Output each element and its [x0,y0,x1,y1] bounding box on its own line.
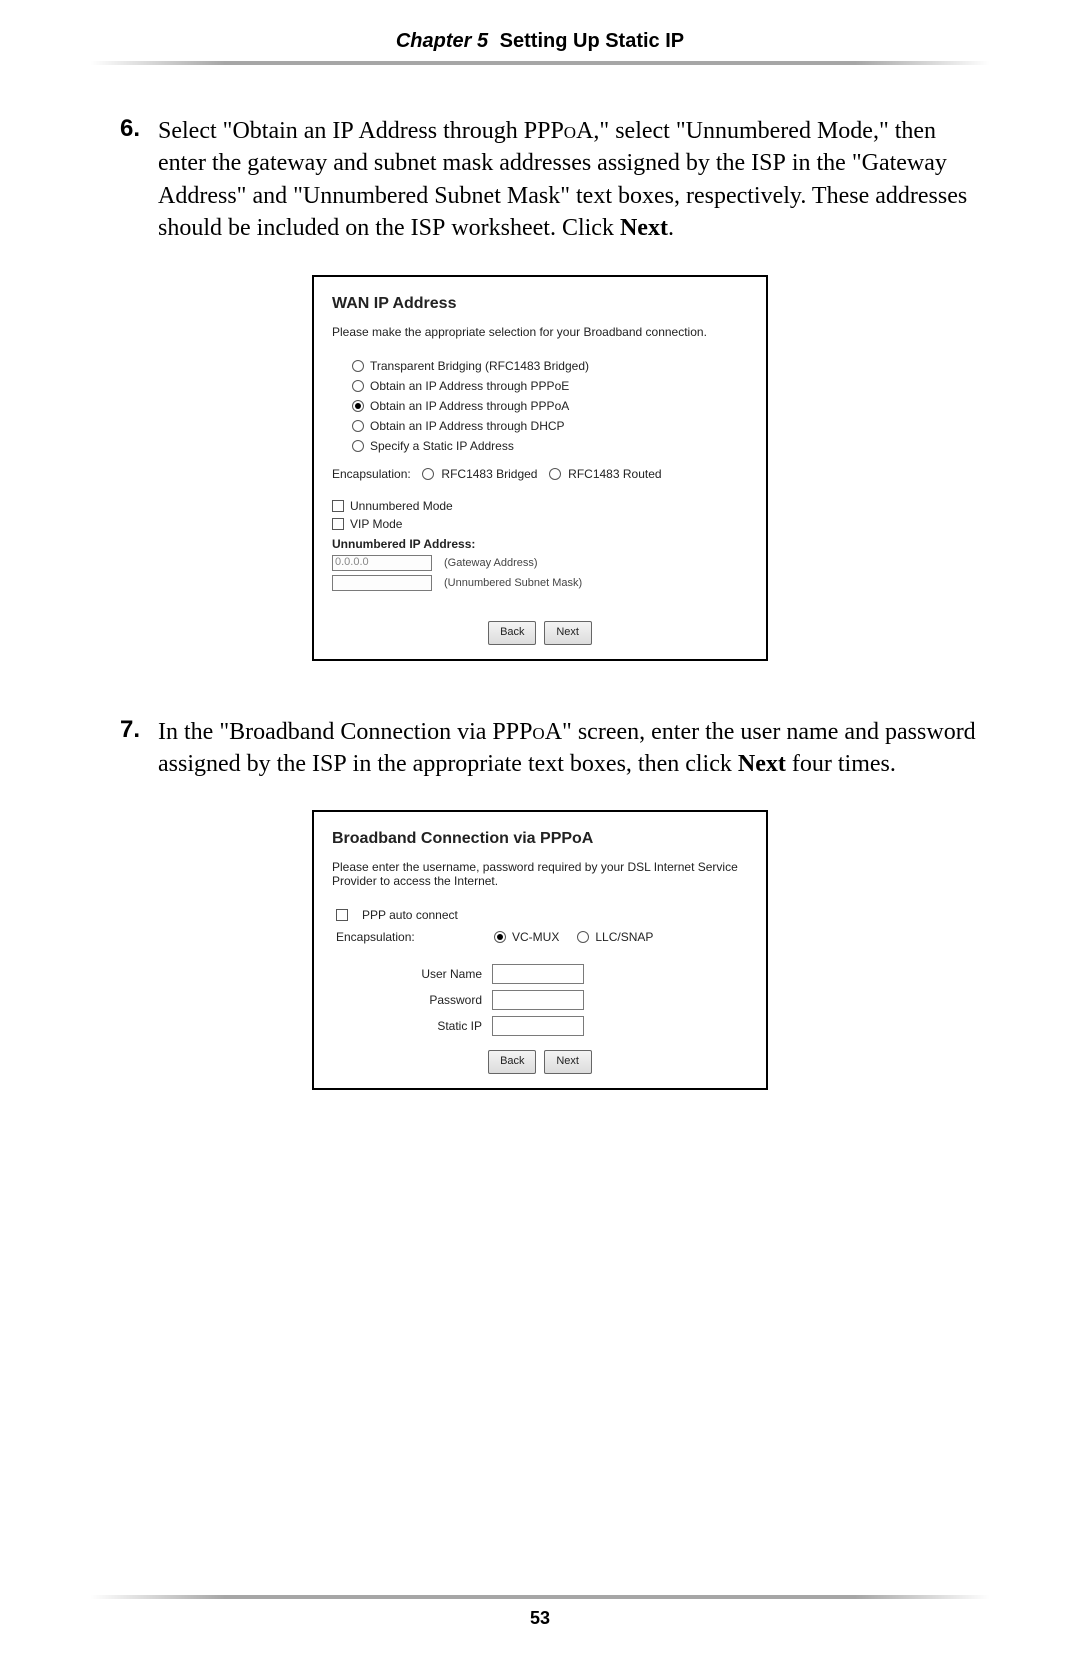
connection-options: Transparent Bridging (RFC1483 Bridged) O… [352,359,748,453]
chapter-header: Chapter 5 Setting Up Static IP [90,30,990,61]
encap-opt-bridged[interactable]: RFC1483 Bridged [441,467,537,481]
password-label: Password [332,993,492,1007]
opt-static-ip[interactable]: Specify a Static IP Address [352,439,748,453]
checkbox-icon [332,518,344,530]
step-6-number: 6. [90,115,158,143]
unnumbered-mode-check[interactable]: Unnumbered Mode [332,499,748,513]
unnum-label: Unnumbered Mode [350,499,453,513]
radio-icon [352,360,364,372]
radio-icon [352,400,364,412]
password-input[interactable] [492,990,584,1010]
user-name-row: User Name [332,964,748,984]
s6-period: . [668,215,674,241]
unnum-ip-label: Unnumbered IP Address: [332,537,748,551]
s7-t4: four times. [786,751,896,777]
vip-mode-check[interactable]: VIP Mode [332,517,748,531]
s7-isp: ISP [312,751,347,777]
s7-t3: in the appropriate text boxes, then clic… [347,751,738,777]
user-name-label: User Name [332,967,492,981]
step-6: 6. Select "Obtain an IP Address through … [90,115,990,245]
unnumbered-block: Unnumbered Mode VIP Mode Unnumbered IP A… [332,499,748,591]
gateway-hint: (Gateway Address) [444,557,538,569]
next-button[interactable]: Next [544,621,592,645]
encapsulation-row: Encapsulation: RFC1483 Bridged RFC1483 R… [332,467,748,481]
s6-next: Next [620,215,668,241]
gateway-input[interactable]: 0.0.0.0 [332,555,432,571]
opt-label: Obtain an IP Address through PPPoA [370,399,569,413]
step-6-text: Select "Obtain an IP Address through PPP… [158,115,990,245]
opt-label: Specify a Static IP Address [370,439,514,453]
radio-icon[interactable] [422,468,434,480]
wan-title: WAN IP Address [332,295,748,313]
footer-rule [90,1595,990,1599]
chapter-label: Chapter 5 [396,30,488,52]
password-row: Password [332,990,748,1010]
radio-icon[interactable] [549,468,561,480]
opt-transparent-bridging[interactable]: Transparent Bridging (RFC1483 Bridged) [352,359,748,373]
figure-wan-ip: WAN IP Address Please make the appropria… [90,275,990,661]
auto-connect-row[interactable]: PPP auto connect [336,908,748,922]
s7-pppoa: PPPoA [492,719,562,745]
wan-ip-dialog: WAN IP Address Please make the appropria… [312,275,768,661]
subnet-mask-row: (Unnumbered Subnet Mask) [332,575,748,591]
radio-icon[interactable] [494,931,506,943]
chapter-title: Setting Up Static IP [500,30,684,52]
s7-next: Next [738,751,786,777]
vip-label: VIP Mode [350,517,402,531]
radio-icon[interactable] [577,931,589,943]
opt-label: Obtain an IP Address through PPPoE [370,379,569,393]
back-button[interactable]: Back [488,1050,536,1074]
pppoa-dialog: Broadband Connection via PPPoA Please en… [312,810,768,1090]
subnet-hint: (Unnumbered Subnet Mask) [444,577,582,589]
checkbox-icon [336,909,348,921]
radio-icon [352,380,364,392]
step-7-number: 7. [90,716,158,744]
wan-button-row: Back Next [332,621,748,645]
static-ip-row: Static IP [332,1016,748,1036]
static-ip-input[interactable] [492,1016,584,1036]
pppoa-encap-row: Encapsulation: VC-MUX LLC/SNAP [336,930,748,944]
s6-pppoa: PPPoA [524,118,594,144]
checkbox-icon [332,500,344,512]
subnet-input[interactable] [332,575,432,591]
gateway-address-row: 0.0.0.0 (Gateway Address) [332,555,748,571]
s6-isp2: ISP [411,215,446,241]
pppoa-button-row: Back Next [332,1050,748,1074]
s6-ip: IP [332,118,353,144]
next-button[interactable]: Next [544,1050,592,1074]
opt-pppoe[interactable]: Obtain an IP Address through PPPoE [352,379,748,393]
s6-t5: worksheet. Click [445,215,620,241]
radio-icon [352,420,364,432]
s6-isp1: ISP [751,150,786,176]
encap-llcsnap[interactable]: LLC/SNAP [595,930,653,944]
radio-icon [352,440,364,452]
step-7: 7. In the "Broadband Connection via PPPo… [90,716,990,781]
header-rule [90,61,990,65]
back-button[interactable]: Back [488,621,536,645]
encap-label: Encapsulation: [336,930,476,944]
encap-vcmux[interactable]: VC-MUX [512,930,559,944]
figure-pppoa: Broadband Connection via PPPoA Please en… [90,810,990,1090]
opt-pppoa[interactable]: Obtain an IP Address through PPPoA [352,399,748,413]
encap-opt-routed[interactable]: RFC1483 Routed [568,467,661,481]
opt-dhcp[interactable]: Obtain an IP Address through DHCP [352,419,748,433]
encap-label: Encapsulation: [332,467,411,481]
page-number: 53 [0,1608,1080,1629]
static-ip-label: Static IP [332,1019,492,1033]
s6-t1: Select "Obtain an [158,118,332,144]
pppoa-desc: Please enter the username, password requ… [332,860,748,888]
opt-label: Transparent Bridging (RFC1483 Bridged) [370,359,589,373]
s6-t2: Address through [354,118,524,144]
auto-connect-label: PPP auto connect [362,908,458,922]
user-name-input[interactable] [492,964,584,984]
wan-desc: Please make the appropriate selection fo… [332,325,748,339]
pppoa-title: Broadband Connection via PPPoA [332,830,748,848]
step-7-text: In the "Broadband Connection via PPPoA" … [158,716,990,781]
opt-label: Obtain an IP Address through DHCP [370,419,565,433]
s7-t1: In the "Broadband Connection via [158,719,492,745]
